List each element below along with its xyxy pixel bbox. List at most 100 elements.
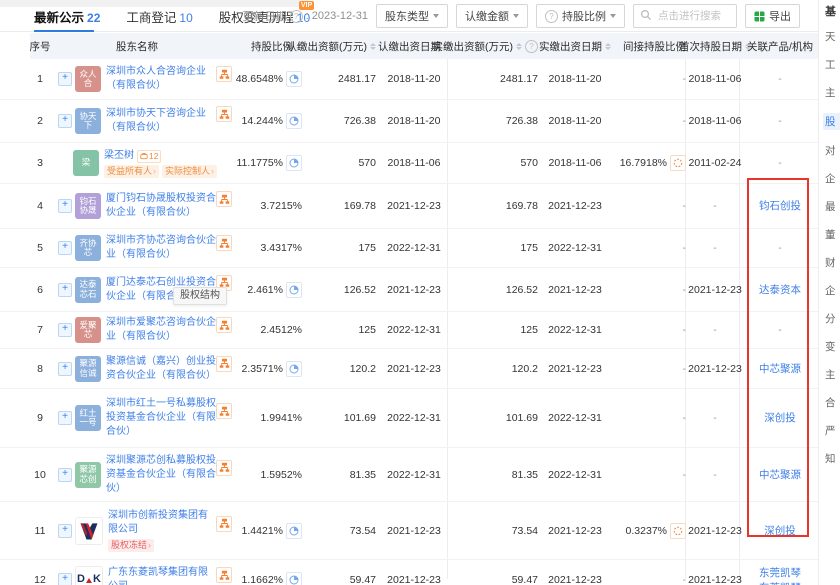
sidebar-anchor-item[interactable]: 股 xyxy=(823,113,840,130)
column-header[interactable]: 认缴出资额(万元) xyxy=(306,33,376,59)
plus-expander-icon[interactable]: + xyxy=(58,283,72,297)
plus-expander-icon[interactable]: + xyxy=(58,411,72,425)
related-product-link[interactable]: 中芯聚源 xyxy=(759,362,801,376)
column-header[interactable]: 实缴出资额(万元)? xyxy=(460,33,538,59)
subscribed-amount-filter-button[interactable]: 认缴金额 xyxy=(456,4,528,28)
shareholding-ratio-filter-button[interactable]: ? 持股比例 xyxy=(536,4,625,28)
sidebar-anchor-item[interactable]: 最 xyxy=(825,199,840,214)
equity-structure-icon[interactable] xyxy=(216,66,232,82)
shareholder-name-link[interactable]: 深圳聚源芯创私募股权投资基金合伙企业（有限合伙） xyxy=(106,454,216,496)
sidebar-anchor-item[interactable]: 天 xyxy=(825,29,840,44)
plus-expander-icon[interactable]: + xyxy=(58,114,72,128)
plus-expander-icon[interactable]: + xyxy=(58,72,72,86)
shareholder-name-link[interactable]: 深圳市协天下咨询企业（有限合伙） xyxy=(106,107,216,135)
pie-chart-icon[interactable] xyxy=(286,71,302,87)
pie-chart-icon[interactable] xyxy=(286,155,302,171)
shareholder-name-link[interactable]: 厦门钧石协晟股权投资合伙企业（有限合伙） xyxy=(106,192,216,220)
sort-icon[interactable] xyxy=(516,43,522,50)
paid_date-cell: 2021-12-23 xyxy=(542,502,608,559)
tag-实际控制人[interactable]: 实际控制人› xyxy=(162,165,217,178)
related-links: 钧石创投 xyxy=(759,199,801,213)
sidebar-anchor-item[interactable]: 主 xyxy=(825,85,840,100)
plus-expander-icon[interactable]: + xyxy=(58,323,72,337)
pie-chart-icon[interactable] xyxy=(286,572,302,585)
plus-expander-icon[interactable]: + xyxy=(58,468,72,482)
sidebar-anchor-item[interactable]: 企 xyxy=(825,283,840,298)
shareholder-name-link[interactable]: 深圳市创新投资集团有限公司 xyxy=(108,509,216,537)
plus-expander-icon[interactable]: + xyxy=(58,241,72,255)
avatar-text-line: 芯 xyxy=(84,248,93,258)
related-product-link[interactable]: 东莞凯琴 xyxy=(759,566,801,580)
tag-受益所有人[interactable]: 受益所有人› xyxy=(104,165,159,178)
equity-structure-icon[interactable] xyxy=(216,567,232,583)
equity-structure-icon[interactable] xyxy=(216,235,232,251)
sidebar-anchor-item[interactable]: 合 xyxy=(825,395,840,410)
shareholder-name-block: 深圳市爱聚芯咨询合伙企业（有限合伙） xyxy=(106,316,216,344)
shareholder-name-block: 梁丕树12 受益所有人›实际控制人› xyxy=(104,149,216,178)
related-product-link[interactable]: 中芯聚源 xyxy=(759,468,801,482)
sort-icon[interactable] xyxy=(370,43,376,50)
equity-structure-icon[interactable] xyxy=(216,460,232,476)
related-product-link[interactable]: 东菱凯琴 xyxy=(759,581,801,585)
related-value: - xyxy=(778,324,782,336)
shareholder-avatar: 钧石协晟 xyxy=(75,193,101,219)
sub_amount-cell: 175 xyxy=(306,229,376,267)
sidebar-anchor-item[interactable]: 严 xyxy=(825,423,840,438)
column-header[interactable]: 首次持股日期 xyxy=(684,33,746,59)
equity-structure-icon[interactable] xyxy=(216,106,232,122)
indirect-cell: - xyxy=(606,59,686,99)
related-product-link[interactable]: 深创投 xyxy=(764,411,796,425)
first_date-cell: 2011-02-24 xyxy=(684,143,746,183)
shareholder-type-filter-button[interactable]: 股东类型 xyxy=(376,4,448,28)
plus-expander-icon[interactable]: + xyxy=(58,524,72,538)
sidebar-anchor-item[interactable]: 工 xyxy=(825,57,840,72)
positions-count-badge[interactable]: 12 xyxy=(137,150,161,163)
plus-expander-icon[interactable]: + xyxy=(58,362,72,376)
sub_amount-value: 125 xyxy=(358,324,376,336)
shareholder-name-line: 深圳市爱聚芯咨询合伙企业（有限合伙） xyxy=(106,316,216,344)
shareholder-name-link[interactable]: 深圳市爱聚芯咨询合伙企业（有限合伙） xyxy=(106,316,216,344)
sidebar-anchor-item[interactable]: 主 xyxy=(825,367,840,382)
equity-structure-icon[interactable] xyxy=(216,356,232,372)
sidebar-anchor-item[interactable]: 知 xyxy=(825,451,840,466)
sidebar-anchor-item[interactable]: 对 xyxy=(825,143,840,158)
plus-expander-icon[interactable]: + xyxy=(58,573,72,585)
related-product-link[interactable]: 达泰资本 xyxy=(759,283,801,297)
shareholder-cell: +钧石协晟厦门钧石协晟股权投资合伙企业（有限合伙） xyxy=(58,184,216,228)
paid_amount-value: 81.35 xyxy=(512,469,538,481)
sub_date-cell: 2018-11-06 xyxy=(382,143,446,183)
sidebar-anchor-item[interactable]: 董 xyxy=(825,227,840,242)
sidebar-anchor-item[interactable]: 企 xyxy=(825,171,840,186)
shareholder-name-link[interactable]: 聚源信诚（嘉兴）创业投资合伙企业（有限合伙） xyxy=(106,355,216,383)
search-input[interactable] xyxy=(656,9,736,23)
related-product-link[interactable]: 深创投 xyxy=(764,524,796,538)
sidebar-anchor-item[interactable]: 变 xyxy=(825,339,840,354)
pie-chart-icon[interactable] xyxy=(286,361,302,377)
pie-chart-icon[interactable] xyxy=(286,523,302,539)
shareholder-name-link[interactable]: 深圳市众人合咨询企业（有限合伙） xyxy=(106,65,216,93)
sidebar-anchor-item[interactable]: 财 xyxy=(825,255,840,270)
paid_date-cell: 2018-11-20 xyxy=(542,59,608,99)
shareholder-name-link[interactable]: 深圳市齐协芯咨询合伙企业（有限合伙） xyxy=(106,234,216,262)
sub_date-cell: 2018-11-20 xyxy=(382,100,446,142)
tab-business-registration[interactable]: 工商登记10 xyxy=(126,7,192,32)
export-button[interactable]: 导出 xyxy=(745,4,800,28)
equity-structure-icon[interactable] xyxy=(216,403,232,419)
pie-chart-icon[interactable] xyxy=(286,113,302,129)
pie-chart-icon[interactable] xyxy=(286,282,302,298)
sidebar-anchor-item[interactable]: 分 xyxy=(825,311,840,326)
shareholder-avatar: 聚源信诚 xyxy=(75,356,101,382)
equity-structure-icon[interactable] xyxy=(216,317,232,333)
tag-股权冻结[interactable]: 股权冻结› xyxy=(108,539,154,552)
paid_date-cell: 2021-12-23 xyxy=(542,184,608,228)
related-product-link[interactable]: 钧石创投 xyxy=(759,199,801,213)
shareholder-name-link[interactable]: 深圳市红土一号私募股权投资基金合伙企业（有限合伙） xyxy=(106,397,216,439)
equity-structure-icon[interactable] xyxy=(216,516,232,532)
column-header[interactable]: 实缴出资日期 xyxy=(542,33,608,59)
tab-latest-announcement[interactable]: 最新公示22 xyxy=(34,7,100,32)
avatar-text-line: 一号 xyxy=(79,418,96,428)
equity-structure-icon[interactable] xyxy=(216,191,232,207)
shareholder-name-link[interactable]: 广东东菱凯琴集团有限公司 xyxy=(108,566,216,585)
plus-expander-icon[interactable]: + xyxy=(58,199,72,213)
shareholder-name-link[interactable]: 梁丕树 xyxy=(104,149,134,163)
